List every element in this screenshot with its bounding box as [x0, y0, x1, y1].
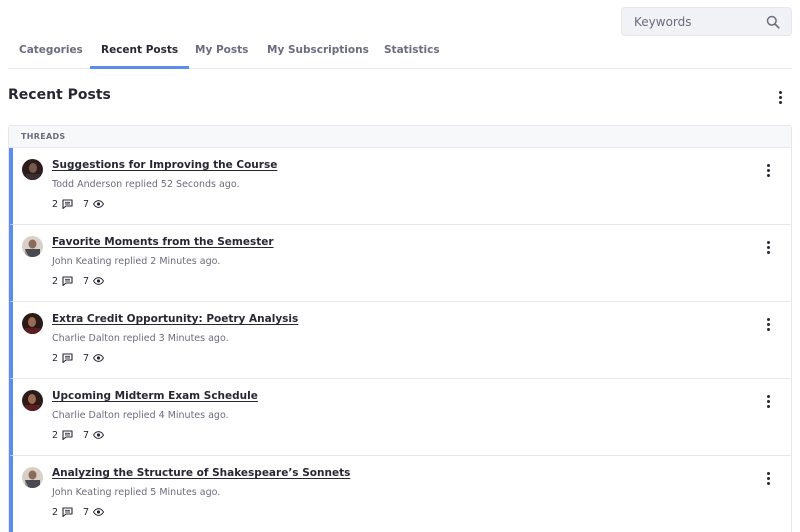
thread-row: Extra Credit Opportunity: Poetry Analysi… — [9, 302, 791, 379]
comment-icon — [62, 430, 73, 440]
thread-meta: Todd Anderson replied 52 Seconds ago. — [52, 179, 240, 190]
view-count: 7 — [83, 429, 90, 441]
thread-stats: 2 7 — [52, 352, 114, 364]
thread-title-link[interactable]: Analyzing the Structure of Shakespeare’s… — [52, 467, 350, 479]
thread-options-icon[interactable] — [763, 163, 773, 179]
thread-stats: 2 7 — [52, 506, 114, 518]
thread-options-icon[interactable] — [763, 317, 773, 333]
comment-icon — [62, 507, 73, 517]
threads-header-label: THREADS — [21, 132, 66, 141]
thread-title-link[interactable]: Extra Credit Opportunity: Poetry Analysi… — [52, 313, 298, 325]
thread-options-icon[interactable] — [763, 471, 773, 487]
tab-my-subscriptions[interactable]: My Subscriptions — [267, 36, 369, 69]
thread-stats: 2 7 — [52, 275, 114, 287]
avatar — [22, 236, 43, 257]
page-options-icon[interactable] — [775, 90, 785, 106]
search-icon[interactable] — [766, 15, 780, 29]
search-input[interactable] — [622, 8, 762, 35]
thread-row: Favorite Moments from the Semester John … — [9, 225, 791, 302]
tab-my-posts[interactable]: My Posts — [195, 36, 248, 69]
thread-row: Suggestions for Improving the Course Tod… — [9, 148, 791, 225]
reply-count: 2 — [52, 198, 59, 210]
eye-icon — [93, 431, 105, 439]
thread-stats: 2 7 — [52, 198, 114, 210]
tab-categories[interactable]: Categories — [19, 36, 83, 69]
thread-meta: John Keating replied 2 Minutes ago. — [52, 256, 221, 267]
threads-panel: THREADS Suggestions for Improving the Co… — [8, 125, 792, 532]
eye-icon — [93, 200, 105, 208]
reply-count: 2 — [52, 429, 59, 441]
view-count: 7 — [83, 198, 90, 210]
thread-options-icon[interactable] — [763, 394, 773, 410]
avatar — [22, 159, 43, 180]
thread-title-link[interactable]: Suggestions for Improving the Course — [52, 159, 277, 171]
eye-icon — [93, 354, 105, 362]
thread-stats: 2 7 — [52, 429, 114, 441]
thread-row: Analyzing the Structure of Shakespeare’s… — [9, 456, 791, 532]
comment-icon — [62, 199, 73, 209]
eye-icon — [93, 277, 105, 285]
page-title: Recent Posts — [8, 87, 111, 103]
threads-header: THREADS — [9, 126, 791, 148]
reply-count: 2 — [52, 506, 59, 518]
comment-icon — [62, 276, 73, 286]
thread-meta: Charlie Dalton replied 3 Minutes ago. — [52, 333, 229, 344]
thread-row: Upcoming Midterm Exam Schedule Charlie D… — [9, 379, 791, 456]
thread-meta: Charlie Dalton replied 4 Minutes ago. — [52, 410, 229, 421]
thread-meta: John Keating replied 5 Minutes ago. — [52, 487, 221, 498]
view-count: 7 — [83, 506, 90, 518]
nav-tabs: Categories Recent Posts My Posts My Subs… — [8, 36, 792, 69]
avatar — [22, 467, 43, 488]
reply-count: 2 — [52, 275, 59, 287]
tab-recent-posts[interactable]: Recent Posts — [89, 36, 190, 69]
search-box[interactable] — [621, 7, 792, 36]
comment-icon — [62, 353, 73, 363]
thread-title-link[interactable]: Upcoming Midterm Exam Schedule — [52, 390, 258, 402]
eye-icon — [93, 508, 105, 516]
reply-count: 2 — [52, 352, 59, 364]
view-count: 7 — [83, 352, 90, 364]
thread-title-link[interactable]: Favorite Moments from the Semester — [52, 236, 274, 248]
avatar — [22, 313, 43, 334]
avatar — [22, 390, 43, 411]
thread-options-icon[interactable] — [763, 240, 773, 256]
tab-statistics[interactable]: Statistics — [384, 36, 440, 69]
view-count: 7 — [83, 275, 90, 287]
